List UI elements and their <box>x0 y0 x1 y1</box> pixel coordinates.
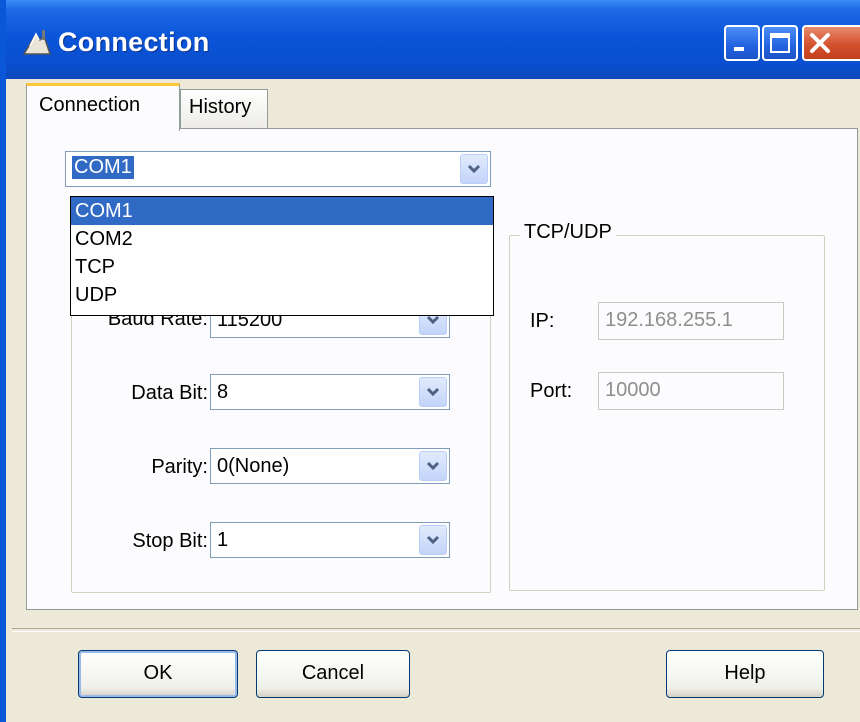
data-bit-label: Data Bit: <box>131 382 208 404</box>
close-icon <box>810 33 830 53</box>
dropdown-option-udp[interactable]: UDP <box>71 281 493 309</box>
data-bit-select[interactable]: 8 <box>210 374 450 410</box>
app-icon <box>22 30 52 55</box>
port-select-arrow[interactable] <box>460 154 488 184</box>
parity-arrow[interactable] <box>419 451 447 481</box>
data-bit-value: 8 <box>217 381 229 403</box>
chevron-down-icon <box>426 387 440 397</box>
minimize-button[interactable] <box>724 25 760 61</box>
tcp-udp-group: TCP/UDP IP: 192.168.255.1 Port: 10000 <box>509 221 825 591</box>
maximize-icon <box>770 33 790 53</box>
data-bit-arrow[interactable] <box>419 377 447 407</box>
port-dropdown-list: COM1 COM2 TCP UDP <box>70 196 494 316</box>
parity-select[interactable]: 0(None) <box>210 448 450 484</box>
port-select[interactable]: COM1 <box>65 151 491 187</box>
dropdown-option-tcp[interactable]: TCP <box>71 253 493 281</box>
dropdown-option-com2[interactable]: COM2 <box>71 225 493 253</box>
ip-field[interactable]: 192.168.255.1 <box>598 302 784 340</box>
parity-value: 0(None) <box>217 455 290 477</box>
chevron-down-icon <box>467 164 481 174</box>
connection-window: Connection Connection History COM1 Baud … <box>0 0 860 722</box>
tab-strip: Connection History <box>12 79 860 131</box>
tab-connection[interactable]: Connection <box>26 83 180 131</box>
stop-bit-select[interactable]: 1 <box>210 522 450 558</box>
ip-label: IP: <box>530 310 555 332</box>
tcp-udp-group-title: TCP/UDP <box>520 221 616 244</box>
chevron-down-icon <box>426 461 440 471</box>
button-separator <box>12 628 860 632</box>
parity-label: Parity: <box>151 456 208 478</box>
chevron-down-icon <box>426 535 440 545</box>
cancel-button[interactable]: Cancel <box>256 650 410 698</box>
window-title: Connection <box>58 27 210 57</box>
close-button[interactable] <box>802 25 860 61</box>
title-bar[interactable]: Connection <box>6 0 860 79</box>
dropdown-option-com1[interactable]: COM1 <box>71 197 493 225</box>
port-label: Port: <box>530 380 573 402</box>
port-field[interactable]: 10000 <box>598 372 784 410</box>
maximize-button[interactable] <box>762 25 798 61</box>
stop-bit-arrow[interactable] <box>419 525 447 555</box>
ok-button[interactable]: OK <box>78 650 238 698</box>
stop-bit-value: 1 <box>217 529 229 551</box>
port-select-value: COM1 <box>72 156 134 179</box>
stop-bit-label: Stop Bit: <box>132 530 208 552</box>
minimize-icon <box>734 47 744 51</box>
tab-history[interactable]: History <box>180 89 268 129</box>
help-button[interactable]: Help <box>666 650 824 698</box>
